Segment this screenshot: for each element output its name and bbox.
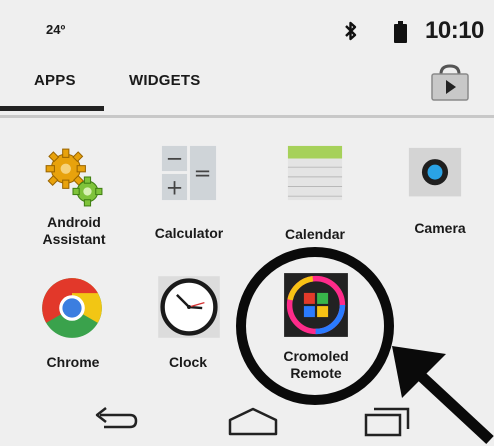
home-button[interactable] [226, 405, 280, 437]
pointer-arrow-icon [392, 346, 494, 445]
recent-apps-button[interactable] [362, 402, 412, 438]
back-button[interactable] [90, 405, 140, 435]
